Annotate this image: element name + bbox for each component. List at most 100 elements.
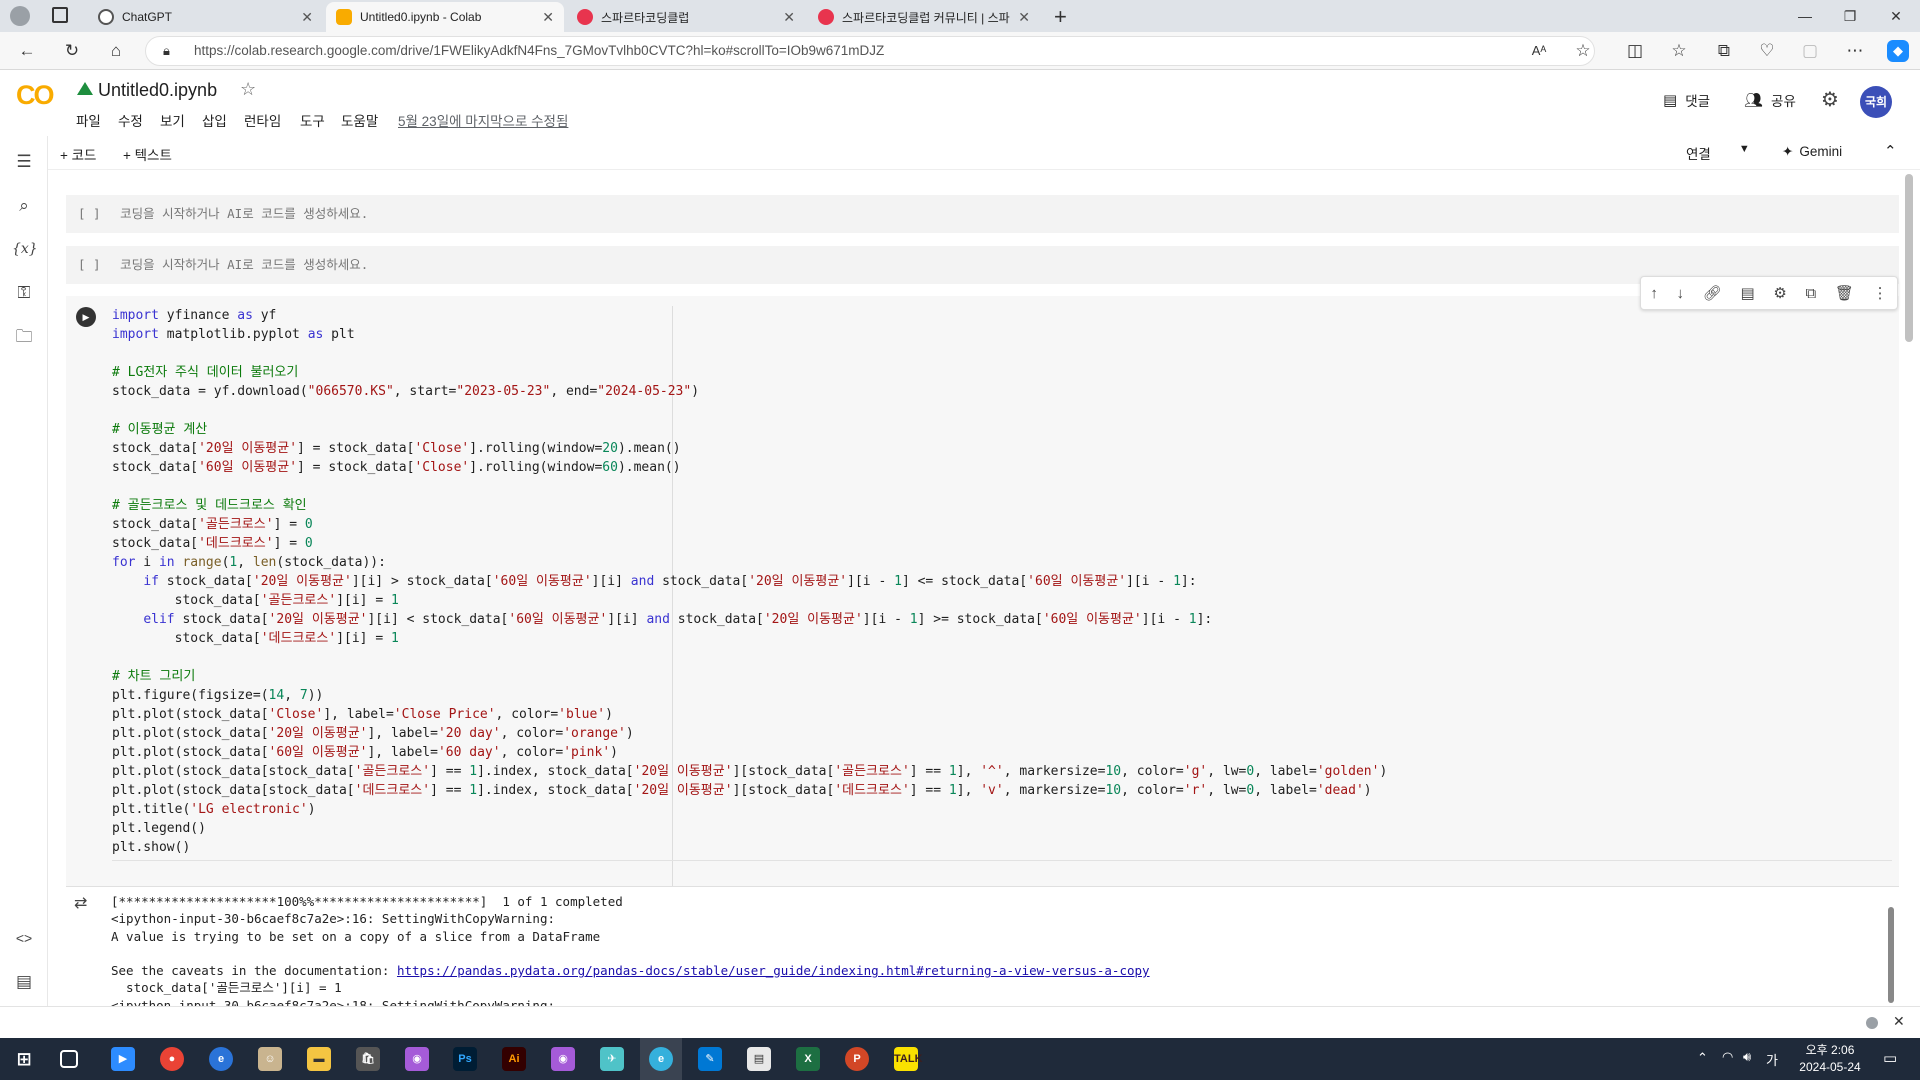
app-bird-icon[interactable]: ✈ bbox=[600, 1047, 624, 1071]
comment-icon[interactable]: ▤ bbox=[1740, 284, 1754, 302]
address-bar[interactable]: 🔒︎ https://colab.research.google.com/dri… bbox=[145, 36, 1595, 66]
app-icon[interactable]: ◉ bbox=[405, 1047, 429, 1071]
split-screen-icon[interactable]: ◫ bbox=[1624, 40, 1646, 62]
favorites-icon[interactable]: ☆ bbox=[1668, 40, 1690, 62]
colab-logo[interactable]: CO bbox=[16, 80, 54, 111]
search-icon[interactable]: ⌕ bbox=[12, 194, 36, 218]
close-tab-icon[interactable]: ✕ bbox=[301, 9, 313, 26]
profile-icon[interactable] bbox=[10, 6, 30, 26]
kakaotalk-icon[interactable]: TALK bbox=[894, 1047, 923, 1071]
clock-time: 오후 2:06 bbox=[1805, 1043, 1855, 1057]
cell-execution-bracket: [ ] bbox=[78, 257, 101, 272]
browser-essentials-icon[interactable]: ♡ bbox=[1756, 40, 1778, 62]
add-code-button[interactable]: + 코드 bbox=[60, 144, 96, 164]
clock[interactable]: 오후 2:06 2024-05-24 bbox=[1790, 1042, 1870, 1076]
code-editor[interactable]: import yfinance as yf import matplotlib.… bbox=[112, 306, 1387, 857]
volume-icon[interactable]: 🔊︎ bbox=[1743, 1049, 1751, 1065]
settings-icon[interactable]: ⚙ bbox=[1773, 284, 1786, 302]
files-folder-icon[interactable]: 🗀︎ bbox=[12, 325, 36, 349]
system-tray-chevron-icon[interactable]: ⌃ bbox=[1697, 1050, 1708, 1066]
code-snippets-icon[interactable]: <> bbox=[12, 926, 36, 950]
output-actions-icon[interactable]: ⇄ bbox=[74, 893, 87, 913]
secrets-key-icon[interactable]: ⚿ bbox=[12, 281, 36, 305]
delete-icon[interactable]: 🗑︎ bbox=[1835, 284, 1854, 302]
tab-colab[interactable]: Untitled0.ipynb - Colab ✕ bbox=[326, 2, 564, 32]
tab-actions-icon[interactable] bbox=[52, 7, 68, 23]
menu-insert[interactable]: 삽입 bbox=[202, 110, 227, 130]
output-scrollbar[interactable] bbox=[1888, 907, 1894, 1003]
favorite-star-icon[interactable]: ☆ bbox=[1572, 40, 1594, 62]
home-icon[interactable]: ⌂ bbox=[105, 40, 127, 62]
photoshop-icon[interactable]: Ps bbox=[453, 1047, 477, 1071]
copilot-icon[interactable]: ◆ bbox=[1887, 40, 1909, 62]
connect-button[interactable]: 연결 ▼ bbox=[1686, 143, 1750, 163]
code-cell[interactable]: ▶ import yfinance as yf import matplotli… bbox=[66, 296, 1899, 886]
windows-start-icon[interactable]: ⊞ bbox=[12, 1047, 36, 1071]
share-button[interactable]: 👥︎ 공유 bbox=[1744, 90, 1796, 110]
table-of-contents-icon[interactable]: ☰ bbox=[12, 150, 36, 174]
command-palette-icon[interactable]: ▤ bbox=[12, 970, 36, 994]
add-text-button[interactable]: + 텍스트 bbox=[123, 144, 172, 164]
read-aloud-icon[interactable]: Aᴬ bbox=[1528, 40, 1550, 62]
task-view-icon[interactable] bbox=[60, 1050, 78, 1068]
back-icon[interactable]: ← bbox=[16, 40, 38, 62]
notebook-scrollbar[interactable] bbox=[1905, 174, 1913, 342]
menu-edit[interactable]: 수정 bbox=[118, 110, 143, 130]
app-character-icon[interactable]: ☺ bbox=[258, 1047, 282, 1071]
app-icon[interactable]: ◉ bbox=[551, 1047, 575, 1071]
drive-icon bbox=[77, 82, 93, 95]
close-tab-icon[interactable]: ✕ bbox=[542, 9, 554, 26]
more-vert-icon[interactable]: ⋮ bbox=[1873, 284, 1888, 302]
colab-header: CO Untitled0.ipynb ☆ 파일 수정 보기 삽입 런타임 도구 … bbox=[0, 70, 1920, 136]
collections-icon[interactable]: ⧉ bbox=[1713, 40, 1735, 62]
zoom-icon[interactable]: ▶ bbox=[111, 1047, 135, 1071]
wifi-icon[interactable]: ◠ bbox=[1722, 1049, 1733, 1065]
run-cell-button[interactable]: ▶ bbox=[76, 307, 96, 327]
chrome-icon[interactable]: ● bbox=[160, 1047, 184, 1071]
pandas-doc-link[interactable]: https://pandas.pydata.org/pandas-docs/st… bbox=[397, 963, 1150, 978]
store-icon[interactable]: 🛍︎ bbox=[356, 1047, 380, 1071]
move-up-icon[interactable]: ↑ bbox=[1650, 285, 1658, 302]
ime-indicator[interactable]: 가 bbox=[1766, 1050, 1778, 1069]
menu-view[interactable]: 보기 bbox=[160, 110, 185, 130]
refresh-icon[interactable]: ↻ bbox=[61, 40, 83, 62]
link-icon[interactable]: 🔗︎ bbox=[1703, 284, 1722, 302]
collapse-header-icon[interactable]: ⌃ bbox=[1884, 142, 1897, 160]
powerpoint-icon[interactable]: P bbox=[845, 1047, 869, 1071]
file-explorer-icon[interactable]: ▬ bbox=[307, 1047, 331, 1071]
close-window-icon[interactable]: ✕ bbox=[1876, 4, 1916, 28]
app-note-icon[interactable]: ✎ bbox=[698, 1047, 722, 1071]
menu-runtime[interactable]: 런타임 bbox=[244, 110, 281, 130]
tab-sparta[interactable]: 스파르타코딩클럽 ✕ bbox=[567, 2, 805, 32]
restore-icon[interactable]: ❐ bbox=[1830, 4, 1870, 28]
menu-tools[interactable]: 도구 bbox=[300, 110, 325, 130]
edge-icon[interactable]: e bbox=[209, 1047, 233, 1071]
excel-icon[interactable]: X bbox=[796, 1047, 820, 1071]
tab-sparta-community[interactable]: 스파르타코딩클럽 커뮤니티 | 스파 ✕ bbox=[808, 2, 1040, 32]
star-icon[interactable]: ☆ bbox=[240, 79, 256, 100]
more-icon[interactable]: ⋯ bbox=[1844, 40, 1866, 62]
empty-code-cell[interactable]: [ ] 코딩을 시작하거나 AI로 코드를 생성하세요. bbox=[66, 195, 1899, 233]
menu-help[interactable]: 도움말 bbox=[341, 110, 378, 130]
gemini-button[interactable]: ✦ Gemini bbox=[1782, 144, 1842, 160]
avatar[interactable]: 국희 bbox=[1860, 86, 1892, 118]
empty-code-cell[interactable]: [ ] 코딩을 시작하거나 AI로 코드를 생성하세요. bbox=[66, 246, 1899, 284]
variables-icon[interactable]: {x} bbox=[12, 237, 38, 261]
notification-icon[interactable]: ▭ bbox=[1883, 1049, 1897, 1067]
menu-file[interactable]: 파일 bbox=[76, 110, 101, 130]
new-tab-icon[interactable]: + bbox=[1054, 4, 1067, 30]
documents-icon[interactable]: ▤ bbox=[747, 1047, 771, 1071]
tab-chatgpt[interactable]: ChatGPT ✕ bbox=[88, 2, 323, 32]
move-down-icon[interactable]: ↓ bbox=[1677, 285, 1685, 302]
comments-button[interactable]: ▤ 댓글 bbox=[1663, 90, 1710, 110]
settings-icon[interactable]: ⚙ bbox=[1821, 87, 1839, 112]
close-tab-icon[interactable]: ✕ bbox=[1018, 9, 1030, 26]
extension-icon[interactable]: ▢ bbox=[1799, 40, 1821, 62]
minimize-icon[interactable]: — bbox=[1785, 4, 1825, 28]
notebook-title[interactable]: Untitled0.ipynb bbox=[98, 80, 217, 101]
close-status-icon[interactable]: ✕ bbox=[1893, 1013, 1905, 1030]
illustrator-icon[interactable]: Ai bbox=[502, 1047, 526, 1071]
close-tab-icon[interactable]: ✕ bbox=[783, 9, 795, 26]
last-edited-link[interactable]: 5월 23일에 마지막으로 수정됨 bbox=[398, 110, 568, 130]
mirror-cell-icon[interactable]: ⧉ bbox=[1805, 285, 1816, 302]
